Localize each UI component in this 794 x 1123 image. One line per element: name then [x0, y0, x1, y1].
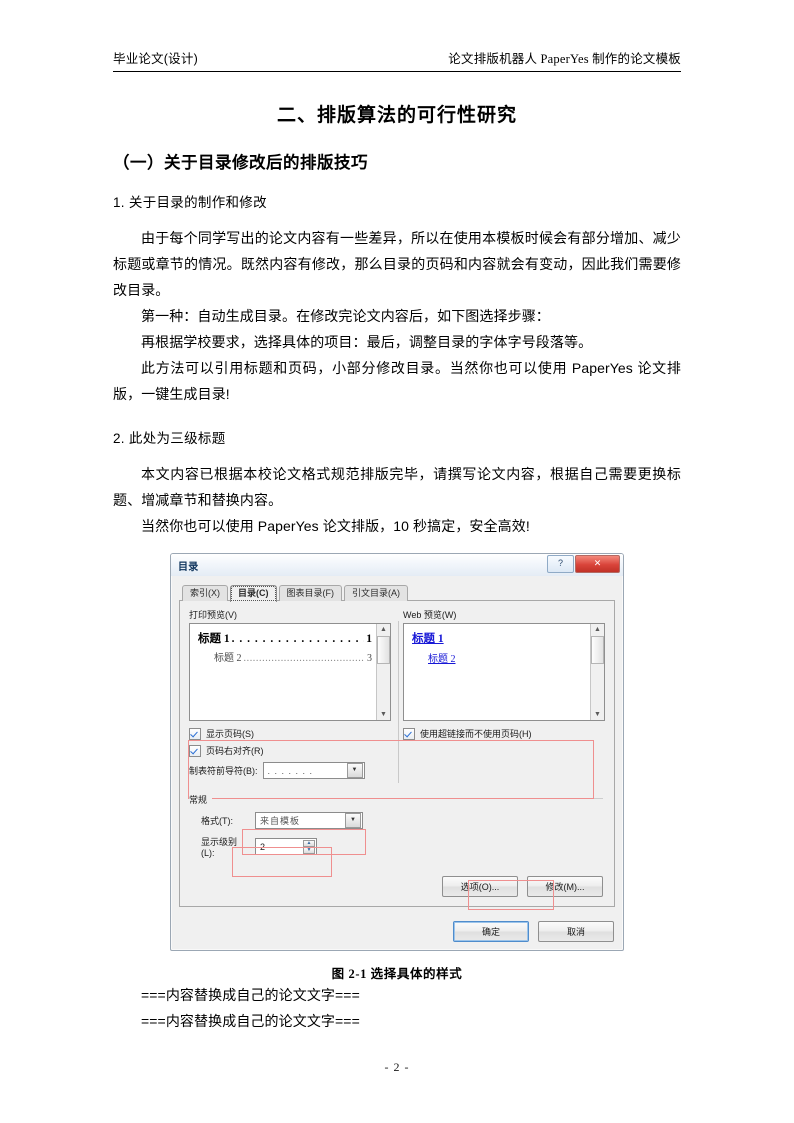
- close-icon[interactable]: ✕: [575, 555, 620, 573]
- column-divider: [398, 621, 399, 783]
- section-heading-1: （一）关于目录修改后的排版技巧: [113, 154, 368, 172]
- tab-leader-label: 制表符前导符(B):: [189, 766, 258, 776]
- web-preview-scrollbar[interactable]: ▲ ▼: [590, 624, 604, 720]
- subheading-1-1: 1. 关于目录的制作和修改: [113, 195, 267, 210]
- leader-dots: [244, 653, 366, 664]
- web-preview-label: Web 预览(W): [403, 610, 457, 620]
- tab-table-of-authorities[interactable]: 引文目录(A): [344, 585, 408, 601]
- options-button[interactable]: 选项(O)...: [442, 876, 518, 897]
- page-footer-number: - 2 -: [384, 1060, 410, 1074]
- running-header: 毕业论文(设计) 论文排版机器人 PaperYes 制作的论文模板: [113, 50, 681, 72]
- scrollbar-thumb[interactable]: [377, 636, 390, 664]
- document-body: 二、排版算法的可行性研究 （一）关于目录修改后的排版技巧 1. 关于目录的制作和…: [113, 92, 681, 1034]
- paragraph-4: 此方法可以引用标题和页码，小部分修改目录。当然你也可以使用 PaperYes 论…: [113, 360, 681, 402]
- figure-caption: 图 2-1 选择具体的样式: [331, 967, 463, 981]
- toc-dialog: 目录 ? ✕ 索引(X) 目录(C) 图表目录(F) 引文目录(A) 打印预览(…: [170, 553, 624, 951]
- placeholder-line-1: ===内容替换成自己的论文文字===: [141, 987, 360, 1003]
- use-hyperlinks-label: 使用超链接而不使用页码(H): [420, 729, 532, 739]
- chevron-down-icon[interactable]: ▼: [345, 813, 361, 828]
- dialog-footer: 确定 取消: [171, 914, 623, 950]
- page-title: 二、排版算法的可行性研究: [276, 105, 517, 126]
- web-preview-link-2[interactable]: 标题 2: [412, 650, 586, 665]
- format-select[interactable]: 来自模板 ▼: [255, 812, 363, 829]
- print-preview-entry-1: 标题 1 1: [198, 630, 372, 646]
- web-preview-column: Web 预览(W) 标题 1 标题 2 ▲ ▼: [403, 608, 605, 721]
- spinner-arrows-icon[interactable]: ▲ ▼: [303, 840, 315, 854]
- show-page-numbers-row[interactable]: 显示页码(S): [189, 727, 391, 740]
- right-align-checkbox[interactable]: [189, 744, 201, 757]
- header-left-text: 毕业论文(设计): [113, 52, 198, 66]
- header-right-text: 论文排版机器人 PaperYes 制作的论文模板: [448, 52, 681, 66]
- placeholder-line-2: ===内容替换成自己的论文文字===: [141, 1013, 360, 1029]
- dialog-tabstrip: 索引(X) 目录(C) 图表目录(F) 引文目录(A): [179, 582, 615, 602]
- modify-button[interactable]: 修改(M)...: [527, 876, 603, 897]
- tab-table-of-figures[interactable]: 图表目录(F): [278, 585, 342, 601]
- dialog-title: 目录: [178, 561, 199, 573]
- tab-leader-row: 制表符前导符(B): . . . . . . . ▼: [189, 762, 391, 779]
- scroll-down-icon[interactable]: ▼: [592, 709, 603, 720]
- show-page-numbers-label: 显示页码(S): [206, 729, 254, 739]
- web-preview-link-1[interactable]: 标题 1: [412, 630, 586, 646]
- spinner-down-icon[interactable]: ▼: [303, 847, 315, 854]
- paragraph-1: 由于每个同学写出的论文内容有一些差异，所以在使用本模板时候会有部分增加、减少标题…: [113, 230, 681, 298]
- dialog-titlebar: 目录 ? ✕: [171, 554, 623, 576]
- entry-text: 标题 1: [198, 633, 230, 645]
- print-preview-label: 打印预览(V): [189, 610, 237, 620]
- paragraph-2: 第一种：自动生成目录。在修改完论文内容后，如下图选择步骤：: [141, 308, 550, 324]
- tab-table-of-contents[interactable]: 目录(C): [230, 585, 277, 602]
- leader-dots: [232, 633, 365, 645]
- format-label: 格式(T):: [201, 816, 233, 826]
- web-preview-box: 标题 1 标题 2 ▲ ▼: [403, 623, 605, 721]
- entry-text: 标题 2: [214, 653, 242, 664]
- entry-page: 3: [367, 653, 372, 664]
- print-preview-scrollbar[interactable]: ▲ ▼: [376, 624, 390, 720]
- print-preview-entry-2: 标题 2 3: [198, 649, 372, 664]
- web-options-column: 使用超链接而不使用页码(H): [403, 727, 605, 779]
- titlebar-buttons: ? ✕: [547, 555, 620, 573]
- general-group-label: 常规: [189, 793, 213, 806]
- use-hyperlinks-checkbox[interactable]: [403, 727, 415, 740]
- levels-row: 显示级别(L): 2 ▲ ▼: [201, 835, 605, 858]
- subheading-1-2: 2. 此处为三级标题: [113, 431, 226, 446]
- scroll-up-icon[interactable]: ▲: [592, 624, 603, 635]
- scroll-down-icon[interactable]: ▼: [378, 709, 389, 720]
- dialog-body: 索引(X) 目录(C) 图表目录(F) 引文目录(A) 打印预览(V) 标题 1…: [171, 576, 623, 914]
- scroll-up-icon[interactable]: ▲: [378, 624, 389, 635]
- help-icon[interactable]: ?: [547, 555, 574, 573]
- levels-stepper[interactable]: 2 ▲ ▼: [255, 838, 317, 855]
- print-preview-column: 打印预览(V) 标题 1 1 标题 2: [189, 608, 391, 721]
- general-group-inner: 格式(T): 来自模板 ▼ 显示级别(L): 2 ▲ ▼: [189, 806, 605, 858]
- cancel-button[interactable]: 取消: [538, 921, 614, 942]
- general-group: 常规 格式(T): 来自模板 ▼ 显示级别(L): 2 ▲ ▼: [189, 793, 605, 858]
- tab-index[interactable]: 索引(X): [182, 585, 228, 601]
- scrollbar-thumb[interactable]: [591, 636, 604, 664]
- right-align-label: 页码右对齐(R): [206, 746, 264, 756]
- tab-leader-value: . . . . . . .: [267, 765, 314, 776]
- paragraph-5: 本文内容已根据本校论文格式规范排版完毕，请撰写论文内容，根据自己需要更换标题、增…: [113, 466, 681, 508]
- levels-value: 2: [260, 841, 266, 852]
- print-options-column: 显示页码(S) 页码右对齐(R) 制表符前导符(B): . . . . . . …: [189, 727, 391, 779]
- tab-leader-select[interactable]: . . . . . . . ▼: [262, 762, 365, 779]
- format-row: 格式(T): 来自模板 ▼: [201, 812, 605, 829]
- format-value: 来自模板: [260, 816, 301, 826]
- print-preview-box: 标题 1 1 标题 2 3: [189, 623, 391, 721]
- spinner-up-icon[interactable]: ▲: [303, 840, 315, 847]
- options-row: 显示页码(S) 页码右对齐(R) 制表符前导符(B): . . . . . . …: [189, 621, 605, 783]
- document-page: 毕业论文(设计) 论文排版机器人 PaperYes 制作的论文模板 二、排版算法…: [0, 0, 794, 1123]
- right-align-row[interactable]: 页码右对齐(R): [189, 744, 391, 757]
- paragraph-3: 再根据学校要求，选择具体的项目：最后，调整目录的字体字号段落等。: [141, 334, 593, 350]
- secondary-action-row: 选项(O)... 修改(M)...: [189, 876, 605, 897]
- entry-page: 1: [366, 633, 372, 645]
- chevron-down-icon[interactable]: ▼: [346, 763, 363, 778]
- levels-label: 显示级别(L):: [201, 837, 238, 858]
- preview-row: 打印预览(V) 标题 1 1 标题 2: [189, 608, 605, 721]
- tab-panel-toc: 打印预览(V) 标题 1 1 标题 2: [179, 601, 615, 910]
- group-divider: [219, 798, 603, 799]
- ok-button[interactable]: 确定: [453, 921, 529, 942]
- show-page-numbers-checkbox[interactable]: [189, 727, 201, 740]
- paragraph-6: 当然你也可以使用 PaperYes 论文排版，10 秒搞定，安全高效!: [141, 518, 530, 534]
- figure-block: 目录 ? ✕ 索引(X) 目录(C) 图表目录(F) 引文目录(A) 打印预览(…: [113, 553, 681, 982]
- use-hyperlinks-row[interactable]: 使用超链接而不使用页码(H): [403, 727, 605, 740]
